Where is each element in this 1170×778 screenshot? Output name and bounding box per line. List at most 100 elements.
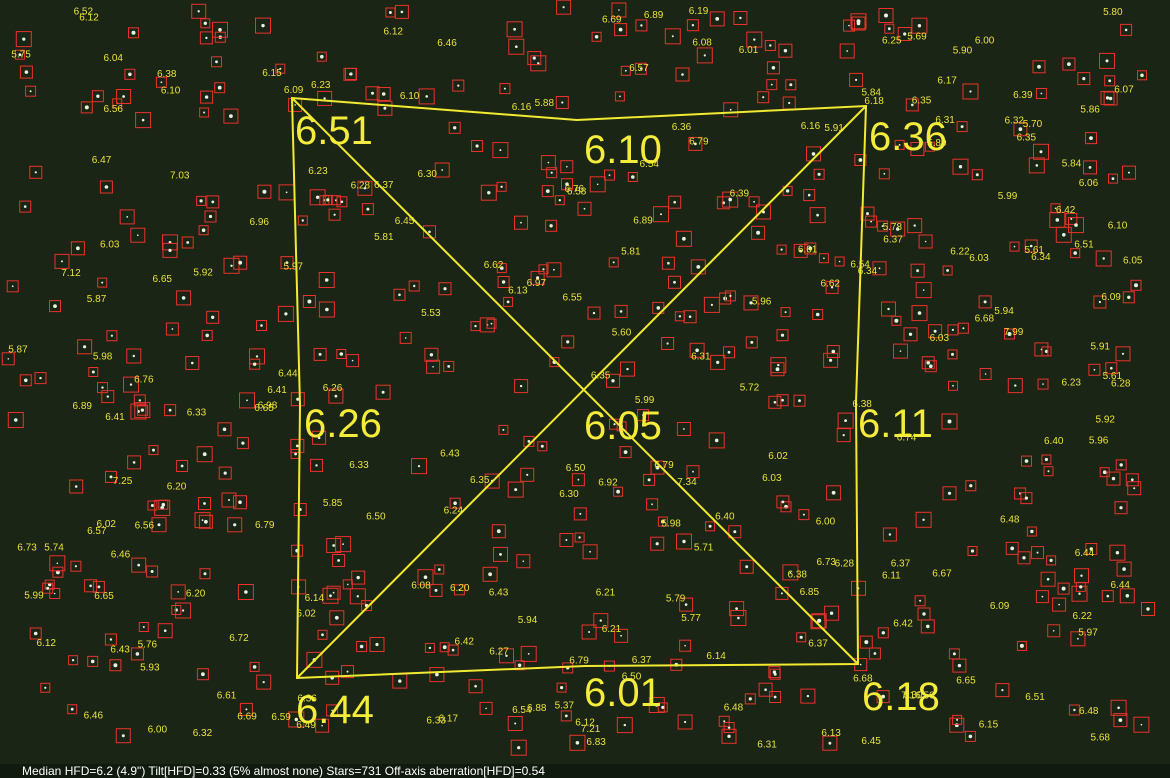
star-dot	[425, 95, 429, 98]
star-dot	[1078, 592, 1081, 595]
tilt-hfd-top-right: 6.36	[869, 115, 947, 159]
star-hfd-label: 6.96	[250, 217, 270, 228]
star-dot	[204, 95, 209, 99]
image-viewer[interactable]: 6.69 7.12 6.79 6.36 6.24 5.87 6.35 7.16.50 6.79 7…	[0, 0, 1170, 778]
star-hfd-label: 6.38	[157, 69, 177, 80]
star-hfd-label: 6.67	[932, 569, 952, 580]
star-dot	[488, 572, 492, 577]
star-dot	[1134, 283, 1138, 288]
star-dot	[447, 365, 451, 368]
star-dot	[252, 665, 257, 669]
star-dot	[230, 264, 233, 267]
star-dot	[947, 419, 952, 424]
star-dot	[122, 95, 125, 98]
star-dot	[141, 118, 145, 122]
star-dot	[771, 66, 776, 70]
star-dot	[1047, 470, 1050, 473]
star-dot	[238, 500, 242, 505]
star-dot	[332, 544, 336, 547]
star-dot	[356, 595, 359, 598]
star-hfd-label: 6.42	[893, 619, 913, 630]
star-dot	[806, 694, 810, 698]
star-dot	[887, 27, 891, 31]
star-hfd-label: 6.22	[1073, 611, 1093, 622]
star-dot	[485, 707, 487, 710]
star-hfd-label: 6.69	[237, 711, 257, 722]
star-hfd-label: 5.99	[24, 591, 44, 602]
star-hfd-label: 6.19	[689, 6, 709, 17]
star-dot	[553, 268, 555, 271]
star-dot	[356, 575, 360, 580]
star-dot	[608, 174, 611, 177]
star-dot	[56, 562, 59, 565]
star-dot	[969, 484, 973, 488]
star-dot	[197, 10, 200, 13]
tilt-hfd-bottom-left: 6.44	[296, 688, 374, 732]
star-hfd-label: 6.44	[1075, 548, 1095, 559]
star-dot	[366, 207, 370, 211]
star-dot	[324, 278, 329, 282]
star-dot	[952, 652, 956, 656]
star-hfd-label: 6.47	[92, 155, 112, 166]
star-dot	[881, 631, 885, 635]
star-dot	[558, 199, 561, 202]
star-hfd-label: 6.08	[692, 37, 712, 48]
star-dot	[619, 310, 623, 313]
status-text: Median HFD=6.2 (4.9") Tilt[HFD]=0.33 (5%…	[22, 764, 545, 778]
star-hfd-label: 5.96	[752, 297, 772, 308]
star-dot	[97, 585, 101, 589]
star-dot	[626, 367, 629, 371]
star-dot	[14, 418, 18, 422]
star-dot	[121, 734, 125, 738]
star-dot	[131, 30, 136, 35]
star-dot	[381, 390, 385, 394]
star-dot	[253, 362, 257, 366]
star-dot	[816, 213, 819, 217]
star-hfd-label: 6.27	[489, 647, 509, 658]
star-hfd-label: 6.32	[1005, 116, 1025, 127]
star-dot	[337, 559, 340, 562]
star-dot	[929, 364, 933, 369]
star-dot	[1119, 506, 1123, 510]
star-dot	[76, 246, 80, 251]
star-dot	[1111, 177, 1115, 181]
star-hfd-label: 6.41	[105, 412, 125, 423]
star-hfd-label: 6.20	[450, 583, 470, 594]
star-hfd-label: 6.44	[1111, 580, 1131, 591]
star-dot	[201, 519, 204, 521]
star-dot	[831, 349, 836, 354]
star-dot	[74, 485, 78, 488]
star-hfd-label: 6.43	[440, 449, 460, 460]
star-dot	[947, 491, 952, 495]
star-hfd-label: 6.31	[757, 740, 777, 751]
star-dot	[1122, 567, 1126, 571]
star-dot	[284, 312, 288, 316]
star-dot	[135, 652, 140, 656]
star-dot	[883, 172, 886, 175]
star-hfd-label: 6.65	[94, 591, 114, 602]
star-hfd-label: 6.88	[527, 703, 547, 714]
star-dot	[859, 663, 862, 666]
star-dot	[1110, 366, 1113, 370]
star-dot	[347, 583, 349, 586]
star-dot	[326, 198, 330, 202]
star-dot	[400, 10, 404, 14]
star-dot	[349, 73, 351, 76]
star-dot	[589, 550, 591, 553]
star-markers	[1, 0, 1155, 756]
star-dot	[1061, 586, 1066, 591]
star-hfd-label: 6.26	[323, 383, 343, 394]
star-dot	[1124, 28, 1128, 32]
star-hfd-label: 6.38	[788, 569, 808, 580]
star-dot	[522, 560, 525, 562]
star-hfd-label: 6.50	[366, 511, 386, 522]
star-dot	[756, 230, 761, 235]
star-hfd-label: 6.85	[800, 587, 820, 598]
star-dot	[33, 631, 38, 636]
star-hfd-label: 6.65	[956, 676, 976, 687]
star-dot	[233, 523, 237, 527]
star-hfd-label: 5.88	[535, 98, 555, 109]
tilt-hfd-top-left: 6.51	[295, 109, 373, 153]
star-dot	[180, 464, 184, 468]
star-dot	[502, 428, 505, 431]
